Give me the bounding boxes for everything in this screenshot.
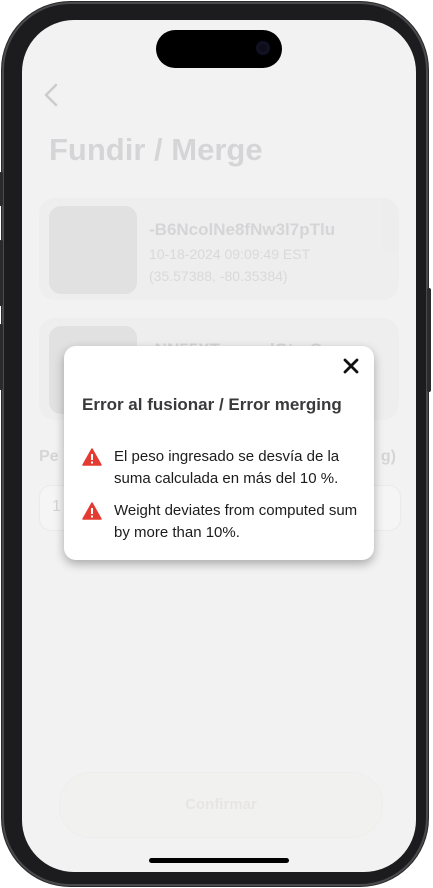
- page-title: Fundir / Merge: [49, 132, 263, 167]
- weight-label: Pe: [39, 448, 59, 465]
- screen: Fundir / Merge -B6NcolNe8fNw3l7pTlu 10-1…: [22, 20, 416, 872]
- error-message-text: Weight deviates from computed sum by mor…: [114, 502, 358, 541]
- volume-up-button: [0, 240, 3, 306]
- warning-icon: [82, 448, 102, 466]
- error-message-text: El peso ingresado se desvía de la suma c…: [114, 448, 340, 487]
- home-indicator[interactable]: [149, 858, 289, 863]
- card-coords: (35.57388, -80.35384): [149, 268, 288, 284]
- weight-value: 1: [52, 498, 61, 515]
- volume-down-button: [0, 324, 3, 390]
- confirm-button[interactable]: Confirmar: [59, 772, 383, 838]
- merge-card[interactable]: -B6NcolNe8fNw3l7pTlu 10-18-2024 09:09:49…: [39, 198, 399, 300]
- card-thumbnail: [49, 206, 137, 294]
- close-icon[interactable]: [343, 356, 359, 378]
- error-dialog: Error al fusionar / Error merging El pes…: [64, 346, 374, 560]
- back-icon[interactable]: [42, 82, 60, 114]
- error-message: El peso ingresado se desvía de la suma c…: [82, 446, 362, 490]
- camera-icon: [256, 41, 270, 55]
- card-date: 10-18-2024 09:09:49 EST: [149, 246, 311, 262]
- card-id: -B6NcolNe8fNw3l7pTlu: [149, 220, 336, 239]
- dynamic-island: [156, 30, 282, 68]
- action-button: [0, 172, 3, 206]
- power-button: [427, 288, 431, 392]
- phone-frame: Fundir / Merge -B6NcolNe8fNw3l7pTlu 10-1…: [0, 2, 431, 886]
- weight-unit: g): [380, 448, 396, 465]
- warning-icon: [82, 502, 102, 520]
- dialog-title: Error al fusionar / Error merging: [82, 395, 342, 414]
- error-message: Weight deviates from computed sum by mor…: [82, 500, 362, 544]
